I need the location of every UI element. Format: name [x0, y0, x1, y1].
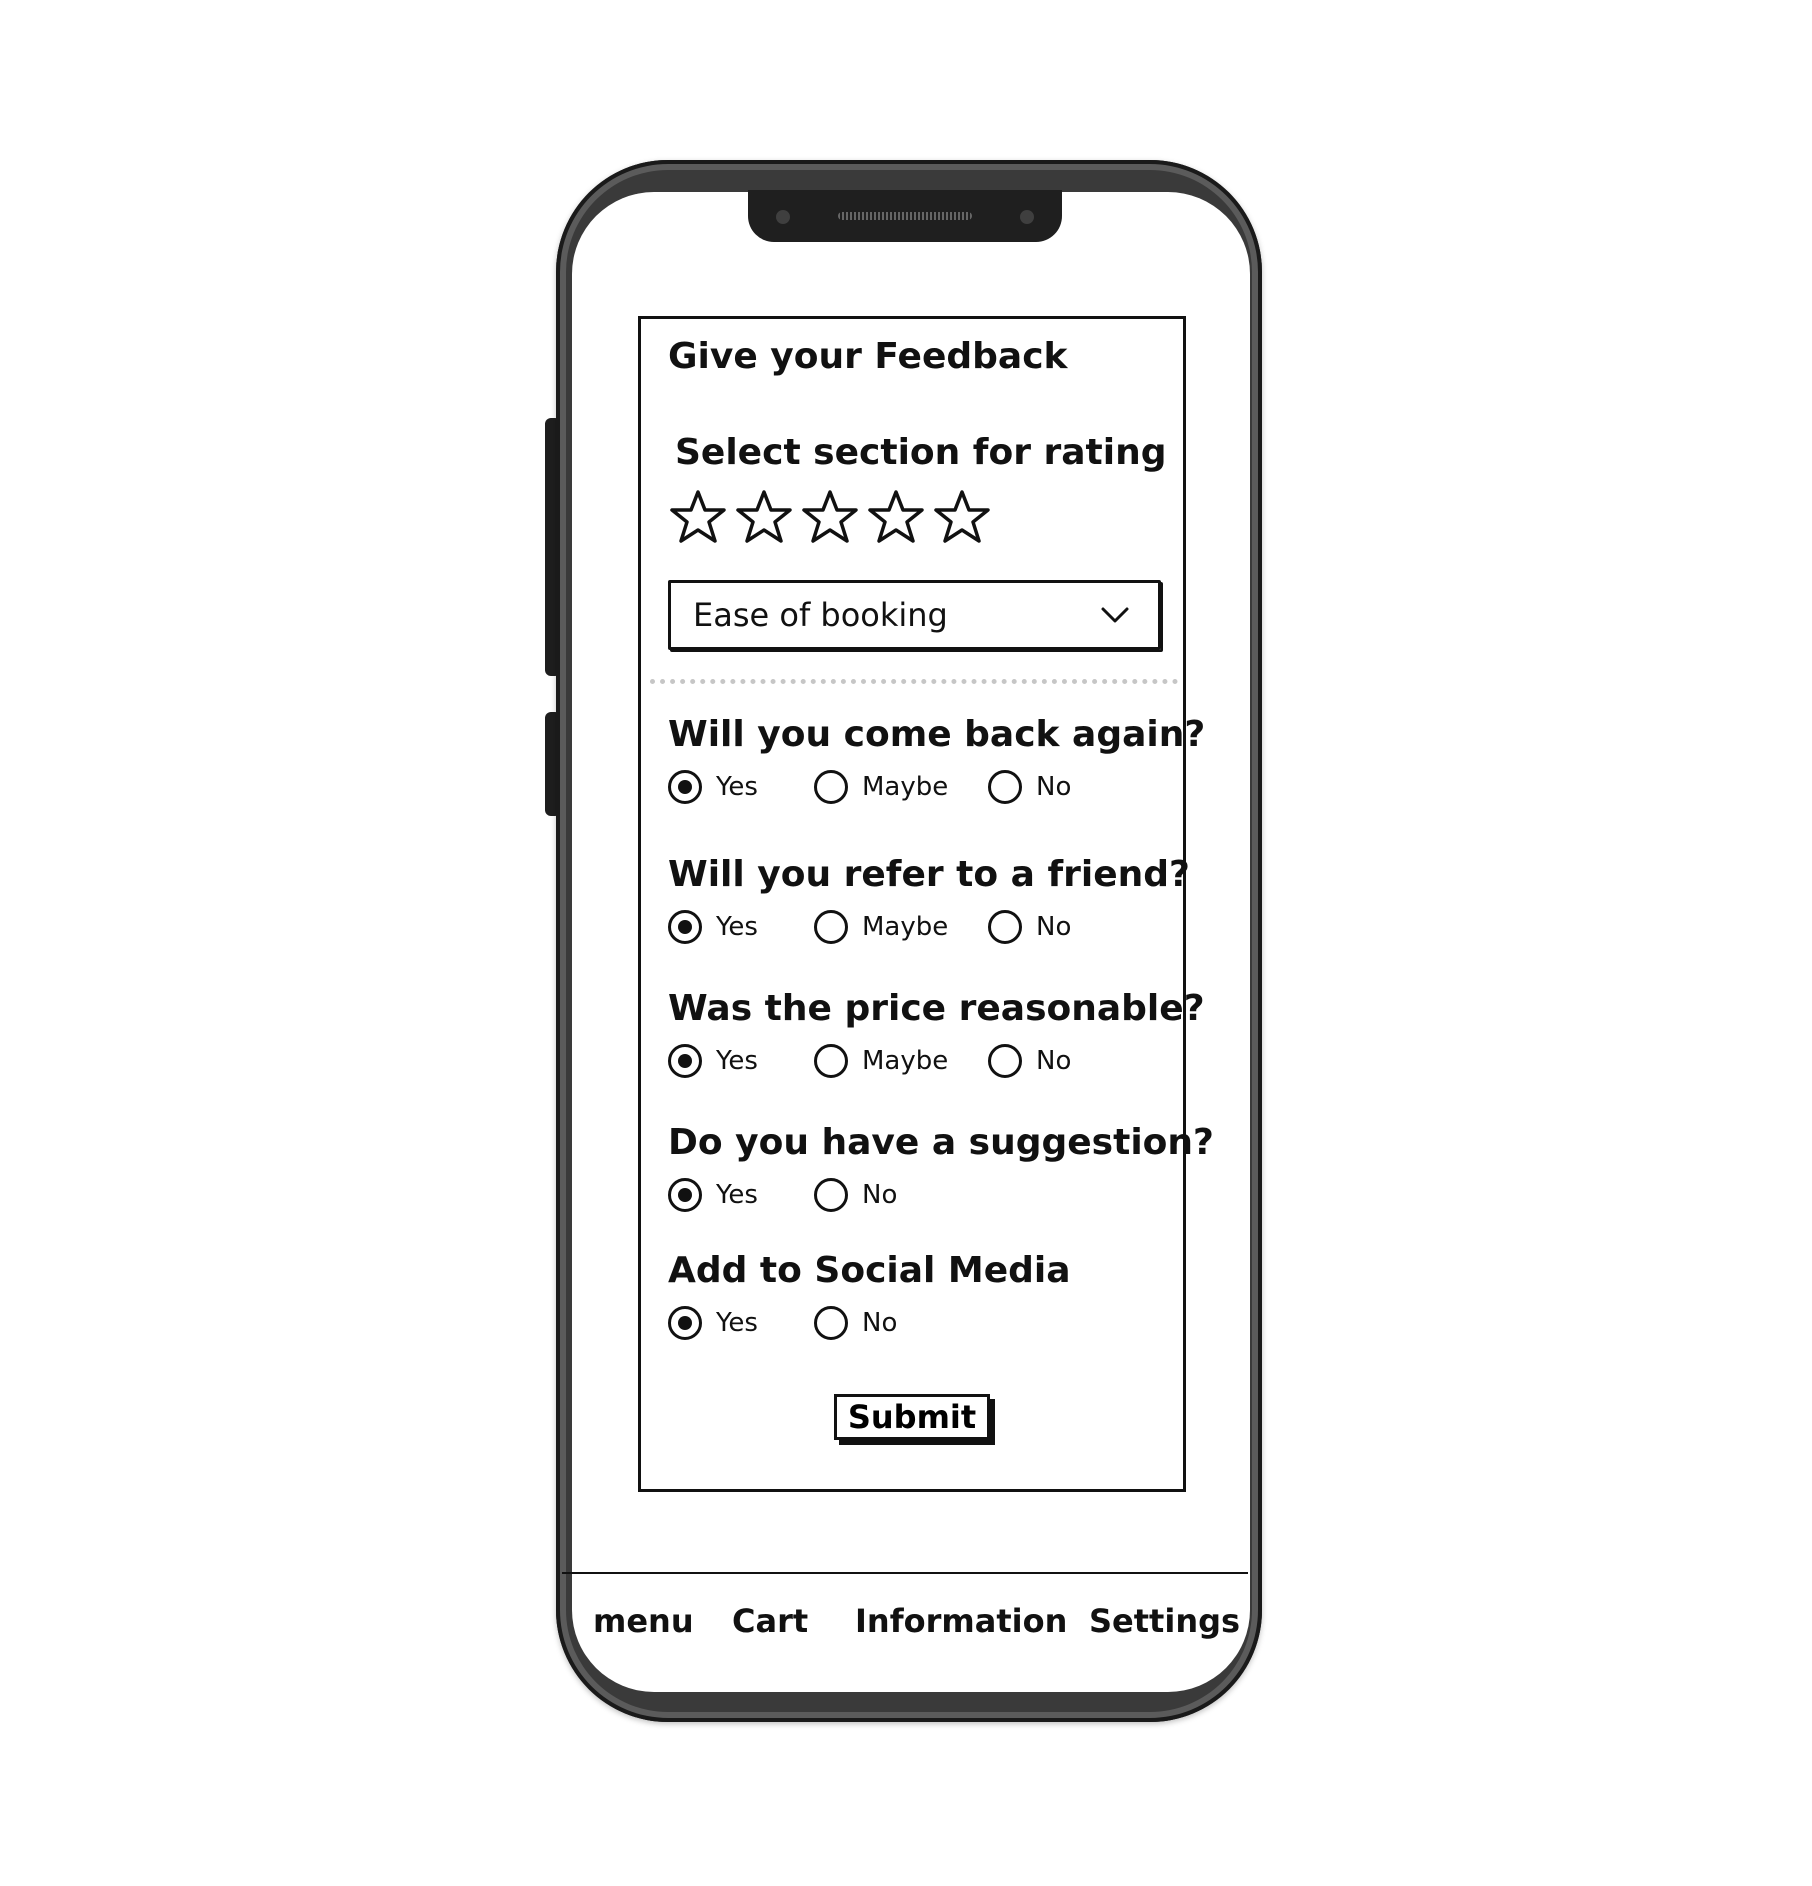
radio-option[interactable]: Maybe [814, 910, 948, 944]
star-outline-icon[interactable] [932, 488, 992, 548]
radio-unselected-icon[interactable] [988, 770, 1022, 804]
radio-label: No [862, 1308, 898, 1338]
question-price-reasonable: Was the price reasonable? [668, 988, 1205, 1029]
radio-selected-icon[interactable] [668, 770, 702, 804]
speaker-grille [838, 212, 972, 220]
radio-label: Maybe [862, 772, 949, 802]
radio-label: No [1036, 912, 1072, 942]
radio-option[interactable]: No [988, 910, 1071, 944]
radio-unselected-icon[interactable] [988, 1044, 1022, 1078]
star-outline-icon[interactable] [668, 488, 728, 548]
section-select-value: Ease of booking [693, 596, 948, 634]
radio-selected-icon[interactable] [668, 1178, 702, 1212]
radio-label: No [862, 1180, 898, 1210]
radio-selected-icon[interactable] [668, 1044, 702, 1078]
radio-label: Yes [716, 1180, 758, 1210]
nav-item-menu[interactable]: menu [593, 1602, 694, 1640]
radio-option[interactable]: No [814, 1178, 897, 1212]
radio-option[interactable]: Yes [668, 1044, 758, 1078]
radio-option[interactable]: Maybe [814, 770, 948, 804]
radio-unselected-icon[interactable] [814, 1178, 848, 1212]
rating-label: Select section for rating [675, 432, 1167, 473]
radio-unselected-icon[interactable] [814, 770, 848, 804]
dotted-divider [650, 679, 1178, 684]
submit-button[interactable]: Submit [834, 1394, 990, 1440]
radio-selected-icon[interactable] [668, 1306, 702, 1340]
radio-unselected-icon[interactable] [814, 1306, 848, 1340]
nav-divider [562, 1572, 1248, 1574]
radio-label: No [1036, 772, 1072, 802]
section-select[interactable]: Ease of booking [668, 580, 1161, 650]
phone-notch [748, 190, 1062, 242]
radio-selected-icon[interactable] [668, 910, 702, 944]
radio-label: No [1036, 1046, 1072, 1076]
star-outline-icon[interactable] [734, 488, 794, 548]
radio-option[interactable]: No [988, 1044, 1071, 1078]
question-social-media: Add to Social Media [668, 1250, 1071, 1291]
radio-option[interactable]: No [814, 1306, 897, 1340]
radio-label: Yes [716, 912, 758, 942]
sensor-icon [1020, 210, 1034, 224]
radio-option[interactable]: Maybe [814, 1044, 948, 1078]
radio-label: Maybe [862, 912, 949, 942]
radio-unselected-icon[interactable] [814, 910, 848, 944]
radio-label: Yes [716, 772, 758, 802]
star-rating [668, 488, 992, 548]
nav-item-cart[interactable]: Cart [732, 1602, 808, 1640]
radio-unselected-icon[interactable] [988, 910, 1022, 944]
camera-icon [776, 210, 790, 224]
chevron-down-icon [1101, 607, 1129, 623]
radio-label: Yes [716, 1308, 758, 1338]
question-refer-friend: Will you refer to a friend? [668, 854, 1190, 895]
radio-label: Maybe [862, 1046, 949, 1076]
radio-option[interactable]: Yes [668, 770, 758, 804]
nav-item-information[interactable]: Information [855, 1602, 1067, 1640]
nav-item-settings[interactable]: Settings [1089, 1602, 1240, 1640]
page-title: Give your Feedback [668, 336, 1068, 377]
question-come-back: Will you come back again? [668, 714, 1206, 755]
radio-option[interactable]: No [988, 770, 1071, 804]
radio-option[interactable]: Yes [668, 1306, 758, 1340]
radio-option[interactable]: Yes [668, 1178, 758, 1212]
radio-unselected-icon[interactable] [814, 1044, 848, 1078]
radio-label: Yes [716, 1046, 758, 1076]
star-outline-icon[interactable] [866, 488, 926, 548]
star-outline-icon[interactable] [800, 488, 860, 548]
radio-option[interactable]: Yes [668, 910, 758, 944]
question-suggestion: Do you have a suggestion? [668, 1122, 1214, 1163]
